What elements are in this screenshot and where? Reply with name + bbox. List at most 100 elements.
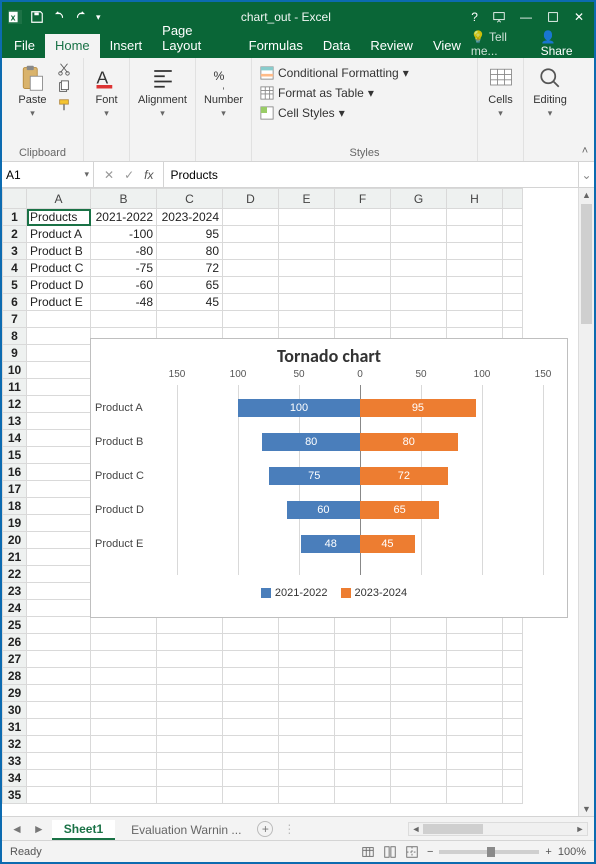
row-header-25[interactable]: 25 (3, 617, 27, 634)
cell-F35[interactable] (335, 787, 391, 804)
row-header-18[interactable]: 18 (3, 498, 27, 515)
collapse-ribbon-icon[interactable]: ˄ (576, 58, 594, 161)
format-painter-icon[interactable] (57, 98, 71, 112)
cell-G35[interactable] (391, 787, 447, 804)
cell-C30[interactable] (157, 702, 223, 719)
cell-D7[interactable] (223, 311, 279, 328)
chart-bar-series2[interactable]: 65 (360, 501, 439, 519)
cell-D34[interactable] (223, 770, 279, 787)
cell-E28[interactable] (279, 668, 335, 685)
cell-A35[interactable] (27, 787, 91, 804)
row-header-8[interactable]: 8 (3, 328, 27, 345)
new-sheet-button[interactable]: + (257, 821, 273, 837)
cell-D4[interactable] (223, 260, 279, 277)
cell-C32[interactable] (157, 736, 223, 753)
cell-C25[interactable] (157, 617, 223, 634)
cell-F6[interactable] (335, 294, 391, 311)
cell-A13[interactable] (27, 413, 91, 430)
cell-H3[interactable] (447, 243, 503, 260)
cell-A27[interactable] (27, 651, 91, 668)
cell-G29[interactable] (391, 685, 447, 702)
row-header-33[interactable]: 33 (3, 753, 27, 770)
row-header-15[interactable]: 15 (3, 447, 27, 464)
cell-C31[interactable] (157, 719, 223, 736)
cell-A17[interactable] (27, 481, 91, 498)
cell-H25[interactable] (447, 617, 503, 634)
copy-icon[interactable] (57, 80, 71, 94)
row-header-20[interactable]: 20 (3, 532, 27, 549)
cell-C7[interactable] (157, 311, 223, 328)
alignment-button[interactable]: Alignment▾ (134, 62, 191, 121)
cell-A22[interactable] (27, 566, 91, 583)
cell-B30[interactable] (91, 702, 157, 719)
share-button[interactable]: 👤 Share (541, 30, 586, 58)
tab-view[interactable]: View (423, 34, 471, 58)
cell-B32[interactable] (91, 736, 157, 753)
row-header-23[interactable]: 23 (3, 583, 27, 600)
row-header-6[interactable]: 6 (3, 294, 27, 311)
row-header-21[interactable]: 21 (3, 549, 27, 566)
cell-A7[interactable] (27, 311, 91, 328)
row-header-2[interactable]: 2 (3, 226, 27, 243)
cell-G1[interactable] (391, 209, 447, 226)
zoom-slider[interactable] (439, 850, 539, 854)
chevron-down-icon[interactable]: ▾ (84, 169, 89, 180)
cell-H7[interactable] (447, 311, 503, 328)
cell-B2[interactable]: -100 (91, 226, 157, 243)
tab-nav-prev-icon[interactable]: ◄ (8, 822, 26, 836)
cell-B25[interactable] (91, 617, 157, 634)
col-header-F[interactable]: F (335, 189, 391, 209)
chart-bar-series2[interactable]: 95 (360, 399, 476, 417)
cell-F32[interactable] (335, 736, 391, 753)
page-break-view-icon[interactable] (405, 845, 419, 859)
conditional-formatting-button[interactable]: Conditional Formatting ▾ (260, 66, 409, 80)
cell-B34[interactable] (91, 770, 157, 787)
tab-file[interactable]: File (4, 34, 45, 58)
formula-input[interactable]: Products (164, 162, 578, 187)
cells-button[interactable]: Cells▾ (483, 62, 519, 121)
chart-bar-series1[interactable]: 100 (238, 399, 360, 417)
chart-bar-series1[interactable]: 80 (262, 433, 360, 451)
cell-C4[interactable]: 72 (157, 260, 223, 277)
name-box[interactable]: A1 ▾ (2, 162, 94, 187)
cell-B33[interactable] (91, 753, 157, 770)
cell-E32[interactable] (279, 736, 335, 753)
row-header-19[interactable]: 19 (3, 515, 27, 532)
cell-G6[interactable] (391, 294, 447, 311)
cell-C34[interactable] (157, 770, 223, 787)
chart-bar-series2[interactable]: 45 (360, 535, 415, 553)
chart-bar-series1[interactable]: 75 (269, 467, 361, 485)
col-header-B[interactable]: B (91, 189, 157, 209)
cell-A16[interactable] (27, 464, 91, 481)
cell-B5[interactable]: -60 (91, 277, 157, 294)
cell-H34[interactable] (447, 770, 503, 787)
row-header-27[interactable]: 27 (3, 651, 27, 668)
cell-E7[interactable] (279, 311, 335, 328)
cut-icon[interactable] (57, 62, 71, 76)
cell-E35[interactable] (279, 787, 335, 804)
cell-D33[interactable] (223, 753, 279, 770)
cell-E2[interactable] (279, 226, 335, 243)
cell-A11[interactable] (27, 379, 91, 396)
cell-E33[interactable] (279, 753, 335, 770)
scroll-right-icon[interactable]: ► (573, 823, 587, 835)
cell-D3[interactable] (223, 243, 279, 260)
cell-H31[interactable] (447, 719, 503, 736)
cell-A14[interactable] (27, 430, 91, 447)
cell-A29[interactable] (27, 685, 91, 702)
cell-A5[interactable]: Product D (27, 277, 91, 294)
cell-D31[interactable] (223, 719, 279, 736)
cell-G4[interactable] (391, 260, 447, 277)
cell-A2[interactable]: Product A (27, 226, 91, 243)
cell-F2[interactable] (335, 226, 391, 243)
scroll-left-icon[interactable]: ◄ (409, 823, 423, 835)
cell-F31[interactable] (335, 719, 391, 736)
cell-E34[interactable] (279, 770, 335, 787)
cell-H29[interactable] (447, 685, 503, 702)
cell-D26[interactable] (223, 634, 279, 651)
row-header-12[interactable]: 12 (3, 396, 27, 413)
cell-B6[interactable]: -48 (91, 294, 157, 311)
row-header-34[interactable]: 34 (3, 770, 27, 787)
chart-bar-series1[interactable]: 48 (301, 535, 360, 553)
cell-C26[interactable] (157, 634, 223, 651)
